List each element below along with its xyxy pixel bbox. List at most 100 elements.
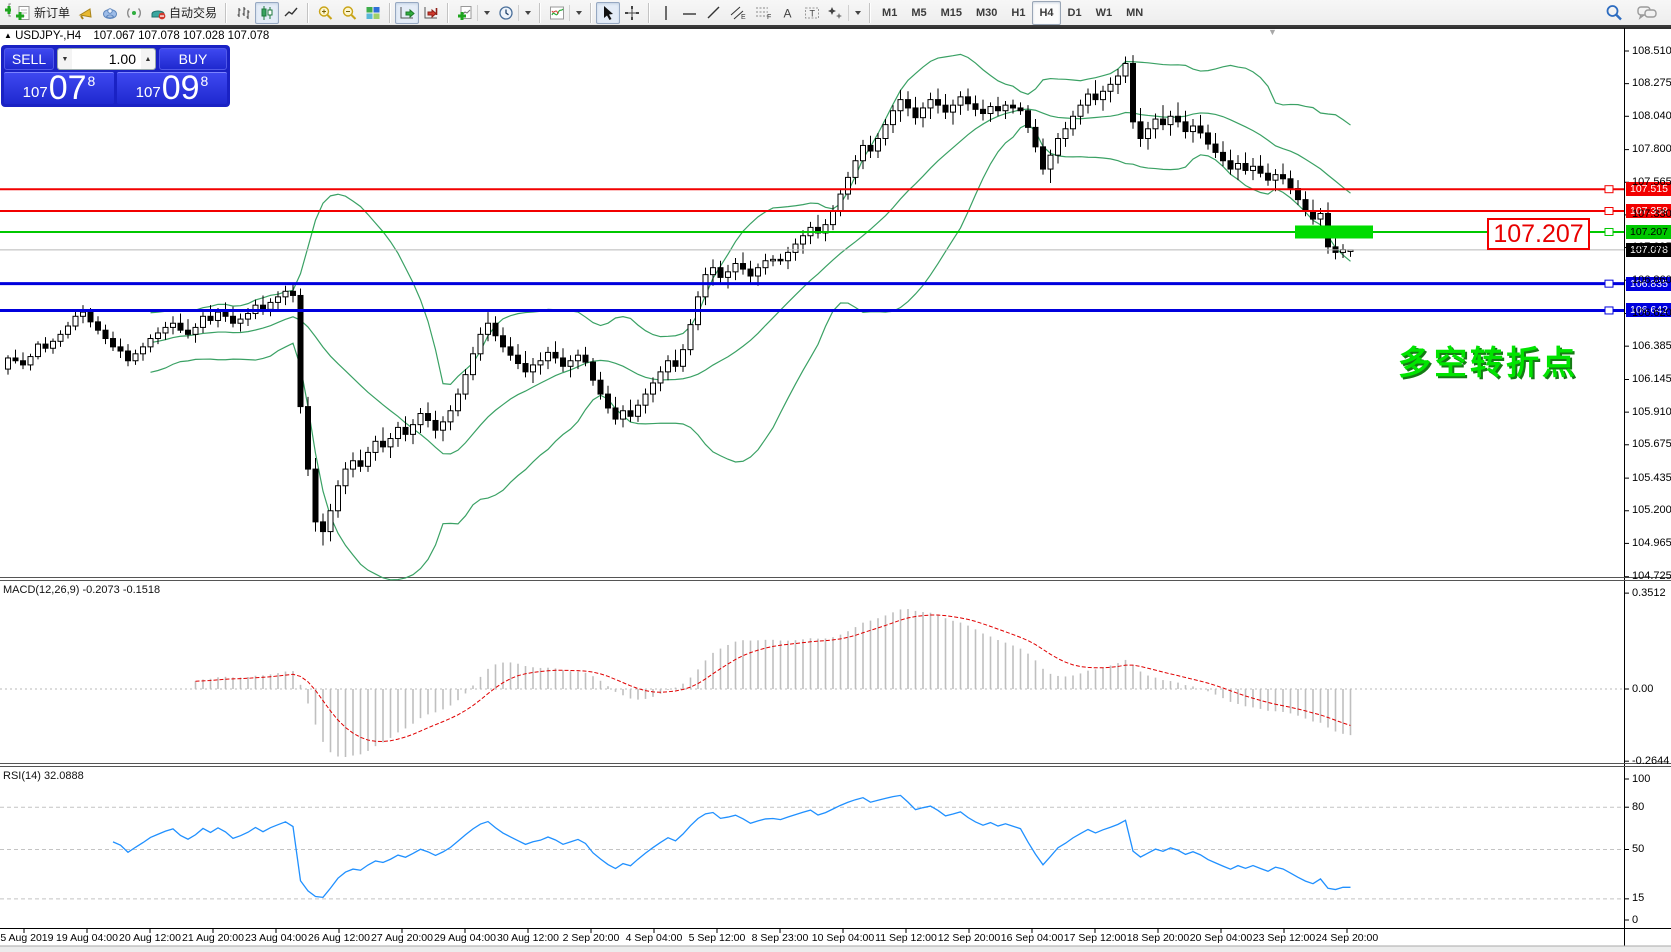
sell-price-pip: 8 bbox=[88, 73, 96, 89]
new-chart-icon bbox=[457, 5, 473, 21]
tile-windows-button[interactable] bbox=[361, 2, 385, 24]
chat-icon[interactable] bbox=[1637, 4, 1657, 22]
timeframe-h4[interactable]: H4 bbox=[1032, 1, 1060, 25]
text-icon: A bbox=[780, 5, 796, 21]
sell-price-prefix: 107 bbox=[23, 84, 48, 101]
timeframe-mn[interactable]: MN bbox=[1119, 1, 1150, 25]
crosshair-tool-button[interactable] bbox=[620, 2, 644, 24]
symbol-info-line: ▲ USDJPY-,H4 107.067 107.078 107.028 107… bbox=[4, 30, 269, 42]
trendline-icon bbox=[706, 5, 722, 21]
chart-shift-icon bbox=[423, 5, 439, 21]
timeframe-m30[interactable]: M30 bbox=[969, 1, 1004, 25]
toolbar-separator bbox=[307, 3, 309, 23]
volume-stepper: ▼ ▲ bbox=[57, 48, 156, 70]
arrow-shapes-icon bbox=[828, 5, 844, 21]
cloud-person-icon bbox=[102, 5, 118, 21]
sell-price[interactable]: 107 07 8 bbox=[4, 72, 114, 104]
buy-price-prefix: 107 bbox=[136, 84, 161, 101]
autotrading-icon bbox=[150, 5, 166, 21]
bar-chart-button[interactable] bbox=[231, 2, 255, 24]
volume-input[interactable] bbox=[72, 49, 141, 69]
chart-shift-button[interactable] bbox=[419, 2, 443, 24]
buy-price[interactable]: 107 09 8 bbox=[117, 72, 227, 104]
alerts-button[interactable] bbox=[74, 2, 98, 24]
zoom-out-icon bbox=[341, 5, 357, 21]
buy-price-big: 09 bbox=[162, 73, 200, 103]
timeframe-h1[interactable]: H1 bbox=[1004, 1, 1032, 25]
toolbar-separator bbox=[539, 3, 541, 23]
clock-icon bbox=[498, 5, 514, 21]
new-chart-dropdown[interactable] bbox=[453, 2, 494, 24]
svg-text:E: E bbox=[741, 14, 746, 21]
timeframe-m15[interactable]: M15 bbox=[934, 1, 969, 25]
equidistant-channel-icon: E bbox=[730, 5, 747, 21]
trendline-tool[interactable] bbox=[702, 2, 726, 24]
volume-increase-button[interactable]: ▲ bbox=[141, 49, 155, 69]
clipped-toolbar-icon[interactable] bbox=[4, 2, 11, 24]
zoom-in-button[interactable] bbox=[313, 2, 337, 24]
auto-scroll-icon bbox=[399, 5, 415, 21]
svg-text:T: T bbox=[810, 8, 816, 18]
vertical-line-tool[interactable] bbox=[654, 2, 678, 24]
cursor-tool-button[interactable] bbox=[596, 2, 620, 24]
text-label-icon: T bbox=[804, 5, 820, 21]
one-click-trading-panel: SELL ▼ ▲ BUY 107 07 8 107 09 8 bbox=[1, 45, 230, 107]
highlight-segment[interactable] bbox=[1295, 225, 1373, 238]
sell-price-big: 07 bbox=[49, 73, 87, 103]
new-order-label: 新订单 bbox=[34, 4, 70, 21]
search-icon[interactable] bbox=[1605, 4, 1623, 22]
fibonacci-icon: F bbox=[755, 5, 772, 21]
text-tool[interactable]: A bbox=[776, 2, 800, 24]
symbol-arrow-icon: ▲ bbox=[4, 31, 12, 40]
indicators-dropdown[interactable] bbox=[545, 2, 586, 24]
timeframe-bar: M1M5M15M30H1H4D1W1MN bbox=[875, 1, 1150, 25]
crosshair-icon bbox=[624, 5, 640, 21]
chart-shift-marker[interactable]: ▼ bbox=[1268, 27, 1277, 37]
ohlc-values: 107.067 107.078 107.028 107.078 bbox=[93, 30, 269, 42]
price-callout-box[interactable]: 107.207 bbox=[1487, 218, 1590, 250]
timeframe-d1[interactable]: D1 bbox=[1061, 1, 1089, 25]
text-label-tool[interactable]: T bbox=[800, 2, 824, 24]
new-order-icon bbox=[15, 5, 31, 21]
buy-price-pip: 8 bbox=[201, 73, 209, 89]
zoom-in-icon bbox=[317, 5, 333, 21]
toolbar-separator bbox=[225, 3, 227, 23]
zoom-out-button[interactable] bbox=[337, 2, 361, 24]
volume-decrease-button[interactable]: ▼ bbox=[58, 49, 72, 69]
toolbar-separator bbox=[447, 3, 449, 23]
autotrading-label: 自动交易 bbox=[169, 4, 217, 21]
profiles-dropdown[interactable] bbox=[494, 2, 535, 24]
timeframe-m1[interactable]: M1 bbox=[875, 1, 904, 25]
rsi-line bbox=[113, 795, 1351, 897]
fibonacci-tool[interactable]: F bbox=[751, 2, 776, 24]
caret-down-icon bbox=[484, 11, 490, 15]
svg-text:F: F bbox=[767, 14, 771, 21]
arrows-dropdown[interactable] bbox=[824, 2, 865, 24]
signal-icon bbox=[126, 5, 142, 21]
horizontal-line-tool[interactable] bbox=[678, 2, 702, 24]
annotation-text[interactable]: 多空转折点 bbox=[1398, 336, 1578, 384]
line-chart-button[interactable] bbox=[279, 2, 303, 24]
timeframe-m5[interactable]: M5 bbox=[904, 1, 933, 25]
indicators-icon bbox=[549, 5, 565, 21]
chart-canvas[interactable] bbox=[0, 0, 1671, 952]
candlestick-chart-button[interactable] bbox=[255, 2, 279, 24]
new-order-button[interactable]: 新订单 bbox=[11, 2, 74, 24]
toolbar-separator bbox=[590, 3, 592, 23]
channel-tool[interactable]: E bbox=[726, 2, 751, 24]
sell-button[interactable]: SELL bbox=[4, 48, 54, 70]
toolbar-separator bbox=[869, 3, 871, 23]
caret-down-icon bbox=[576, 11, 582, 15]
vertical-line-icon bbox=[658, 5, 674, 21]
community-button[interactable] bbox=[98, 2, 122, 24]
caret-down-icon bbox=[525, 11, 531, 15]
buy-button[interactable]: BUY bbox=[159, 48, 227, 70]
bar-chart-icon bbox=[235, 5, 251, 21]
signals-button[interactable] bbox=[122, 2, 146, 24]
timeframe-w1[interactable]: W1 bbox=[1089, 1, 1120, 25]
toolbar-separator bbox=[389, 3, 391, 23]
candlesticks bbox=[6, 55, 1354, 545]
horn-icon bbox=[78, 5, 94, 21]
auto-scroll-button[interactable] bbox=[395, 2, 419, 24]
autotrading-button[interactable]: 自动交易 bbox=[146, 2, 221, 24]
